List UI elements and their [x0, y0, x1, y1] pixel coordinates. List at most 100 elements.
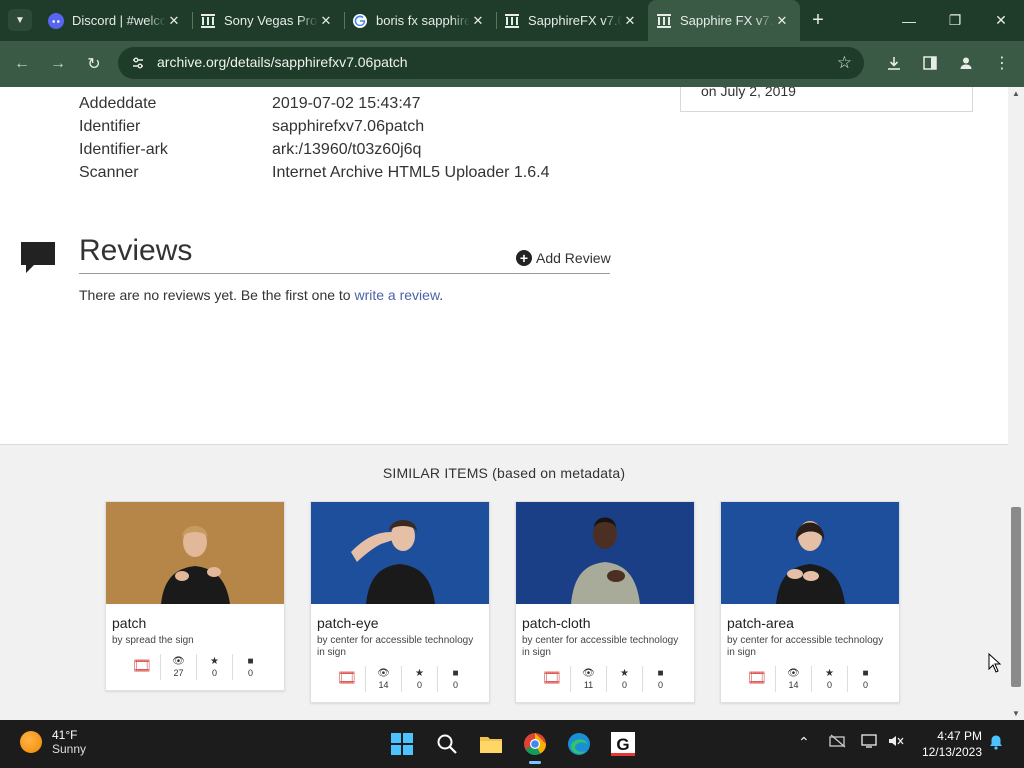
close-window-icon[interactable]: ✕: [978, 0, 1024, 41]
address-bar[interactable]: archive.org/details/sapphirefxv7.06patch…: [118, 47, 864, 79]
item-stats: 🎞 👁 14 ★ 0 ■ 0: [739, 666, 899, 692]
side-panel-icon[interactable]: [918, 51, 942, 75]
edge-icon[interactable]: [563, 728, 595, 760]
views-count: 14: [378, 680, 389, 690]
comment-icon: ■: [862, 668, 869, 679]
similar-items-section: SIMILAR ITEMS (based on metadata) patch …: [0, 444, 1008, 720]
tab-sony-vegas[interactable]: Sony Vegas Pro ✕: [192, 0, 344, 41]
tab-title: Sapphire FX v7.06: [680, 13, 774, 28]
page-scrollbar[interactable]: ▲ ▼: [1008, 87, 1024, 720]
tab-title: Sony Vegas Pro: [224, 13, 318, 28]
empty-reviews-message: There are no reviews yet. Be the first o…: [79, 287, 355, 303]
comment-icon: ■: [657, 668, 664, 679]
item-creator: by spread the sign: [112, 635, 194, 646]
tab-google-search[interactable]: boris fx sapphire ✕: [344, 0, 496, 41]
favorites-count: 0: [826, 680, 832, 690]
stat-reviews: ■ 0: [232, 654, 268, 680]
reviews-heading: Reviews: [79, 234, 193, 267]
stat-favorites: ★ 0: [606, 666, 642, 692]
similar-item-card[interactable]: patch by spread the sign 🎞 👁 27 ★ 0 ■ 0: [105, 501, 285, 691]
item-stats: 🎞 👁 27 ★ 0 ■ 0: [124, 654, 284, 680]
tab-search-button[interactable]: ▼: [8, 9, 32, 31]
download-icon[interactable]: [882, 51, 906, 75]
weather-temp: 41°F: [52, 728, 78, 742]
search-icon[interactable]: [431, 728, 463, 760]
reviews-count: 0: [452, 680, 458, 690]
chevron-up-icon[interactable]: ⌃: [798, 734, 810, 751]
close-icon[interactable]: ✕: [774, 13, 790, 29]
clock-time: 4:47 PM: [937, 729, 982, 743]
comment-icon: ■: [247, 656, 254, 667]
item-stats: 🎞 👁 11 ★ 0 ■ 0: [534, 666, 694, 692]
weather-widget[interactable]: 41°F Sunny: [20, 728, 86, 756]
item-title[interactable]: patch-eye: [317, 615, 489, 631]
close-icon[interactable]: ✕: [166, 13, 182, 29]
chrome-icon[interactable]: [519, 728, 551, 764]
tab-sapphire-fx-active[interactable]: Sapphire FX v7.06 ✕: [648, 0, 800, 41]
profile-icon[interactable]: [954, 51, 978, 75]
mouse-cursor-icon: [988, 653, 1002, 673]
restore-icon[interactable]: ❐: [932, 0, 978, 41]
stat-views: 👁 11: [570, 666, 606, 692]
stat-favorites: ★ 0: [196, 654, 232, 680]
g-app-icon[interactable]: G: [607, 728, 639, 760]
system-clock[interactable]: 4:47 PM 12/13/2023: [918, 728, 982, 760]
tab-strip: Discord | #welcome ✕ Sony Vegas Pro ✕ bo…: [40, 0, 836, 41]
network-off-icon[interactable]: [829, 734, 847, 751]
reviews-count: 0: [657, 680, 663, 690]
scroll-down-icon[interactable]: ▼: [1012, 709, 1020, 718]
site-settings-icon[interactable]: [130, 55, 146, 71]
add-review-button[interactable]: + Add Review: [516, 250, 611, 266]
url-text: archive.org/details/sapphirefxv7.06patch: [157, 54, 408, 70]
new-tab-button[interactable]: +: [800, 0, 836, 41]
tab-title: SapphireFX v7.06: [528, 13, 622, 28]
close-icon[interactable]: ✕: [622, 13, 638, 29]
no-reviews-text: There are no reviews yet. Be the first o…: [79, 287, 443, 303]
notification-bell-icon[interactable]: [988, 734, 1004, 753]
clock-date: 12/13/2023: [921, 745, 982, 759]
item-thumbnail[interactable]: [311, 502, 489, 604]
item-title[interactable]: patch-area: [727, 615, 899, 631]
write-review-link[interactable]: write a review: [354, 287, 439, 303]
close-icon[interactable]: ✕: [318, 13, 334, 29]
minimize-icon[interactable]: —: [886, 0, 932, 41]
speech-bubble-icon: [20, 239, 56, 275]
tab-discord[interactable]: Discord | #welcome ✕: [40, 0, 192, 41]
similar-item-card[interactable]: patch-eye by center for accessible techn…: [310, 501, 490, 703]
metadata-key: Addeddate: [79, 95, 157, 112]
google-icon: [352, 13, 368, 29]
metadata-value: 2019-07-02 15:43:47: [272, 95, 421, 112]
stat-views: 👁 14: [775, 666, 811, 692]
display-icon[interactable]: [861, 734, 879, 751]
star-icon: ★: [415, 668, 424, 679]
item-thumbnail[interactable]: [516, 502, 694, 604]
metadata-value: sapphirefxv7.06patch: [272, 118, 425, 135]
film-icon: 🎞: [336, 670, 358, 687]
scroll-up-icon[interactable]: ▲: [1012, 89, 1020, 98]
back-arrow-icon[interactable]: ←: [10, 52, 34, 76]
close-icon[interactable]: ✕: [470, 13, 486, 29]
similar-item-card[interactable]: patch-area by center for accessible tech…: [720, 501, 900, 703]
plus-circle-icon: +: [516, 250, 532, 266]
file-explorer-icon[interactable]: [475, 728, 507, 760]
item-stats: 🎞 👁 14 ★ 0 ■ 0: [329, 666, 489, 692]
scrollbar-thumb[interactable]: [1011, 507, 1021, 687]
stat-mediatype: 🎞: [534, 666, 570, 692]
item-thumbnail[interactable]: [106, 502, 284, 604]
reload-icon[interactable]: ↻: [82, 52, 106, 76]
forward-arrow-icon[interactable]: →: [46, 52, 70, 76]
side-info-text: on July 2, 2019: [701, 87, 796, 99]
tab-sapphirefx[interactable]: SapphireFX v7.06 ✕: [496, 0, 648, 41]
metadata-value: ark:/13960/t03z60j6q: [272, 141, 422, 158]
reviews-count: 0: [247, 668, 253, 678]
item-thumbnail[interactable]: [721, 502, 899, 604]
bookmark-star-icon[interactable]: ☆: [837, 53, 852, 73]
browser-menu-icon[interactable]: ⋮: [990, 51, 1014, 75]
item-title[interactable]: patch: [112, 615, 284, 631]
start-windows-icon[interactable]: [386, 728, 418, 760]
volume-muted-icon[interactable]: [888, 734, 904, 751]
item-title[interactable]: patch-cloth: [522, 615, 694, 631]
similar-item-card[interactable]: patch-cloth by center for accessible tec…: [515, 501, 695, 703]
stat-views: 👁 14: [365, 666, 401, 692]
metadata-key: Scanner: [79, 164, 139, 181]
